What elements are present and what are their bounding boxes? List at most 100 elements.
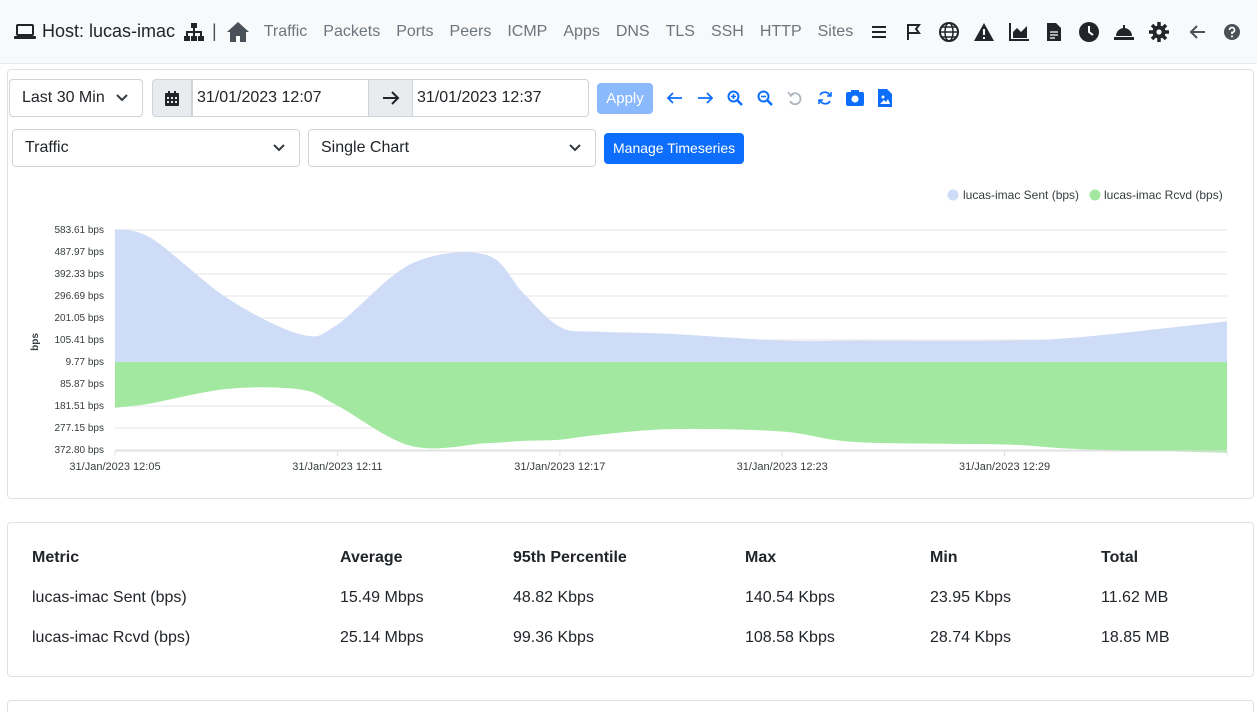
network-icon[interactable]: [184, 22, 205, 41]
y-tick-label: 392.33 bps: [55, 269, 105, 280]
time-range-value: Last 30 Min: [22, 89, 105, 106]
next-card: [7, 700, 1254, 712]
globe-icon[interactable]: [939, 21, 960, 42]
nav-link-traffic[interactable]: Traffic: [264, 23, 308, 41]
y-tick-label: 487.97 bps: [55, 247, 105, 258]
metrics-table: Metric Average 95th Percentile Max Min Total l…: [32, 549, 1232, 669]
x-tick-label: 31/Jan/2023 12:29: [959, 461, 1050, 473]
nav-link-ssh[interactable]: SSH: [711, 23, 744, 41]
start-date-input[interactable]: 31/01/2023 12:07: [192, 79, 369, 117]
y-tick-label: 372.80 bps: [55, 445, 105, 456]
image-download-icon[interactable]: [876, 89, 894, 107]
zoom-in-icon[interactable]: [726, 89, 744, 107]
nav-link-dns[interactable]: DNS: [616, 23, 650, 41]
area-chart-icon[interactable]: [1009, 22, 1030, 42]
metric-select-value: Traffic: [25, 139, 69, 156]
nav-link-tls[interactable]: TLS: [666, 23, 695, 41]
table-row: lucas-imac Rcvd (bps) 25.14 Mbps 99.36 Kbp…: [32, 629, 1232, 669]
y-tick-label: 277.15 bps: [55, 423, 105, 434]
toolbar-icons: [660, 89, 900, 107]
table-cell: 28.74 Kbps: [930, 629, 1011, 646]
series-line-sent: [114, 229, 1228, 344]
column-header: Metric: [32, 549, 80, 566]
legend-marker: [1089, 189, 1101, 201]
bell-icon[interactable]: [1114, 22, 1135, 42]
clock-icon[interactable]: [1079, 21, 1100, 42]
chevron-down-icon: [569, 144, 581, 152]
table-header: Metric Average 95th Percentile Max Min Total: [32, 549, 1232, 589]
table-cell: 23.95 Kbps: [930, 589, 1011, 606]
y-axis-label: bps: [30, 333, 41, 351]
time-toolbar: Last 30 Min 31/01/2023 12:07 31/01/2023 …: [9, 79, 900, 117]
table-cell: 99.36 Kbps: [513, 629, 594, 646]
end-date-input[interactable]: 31/01/2023 12:37: [412, 79, 589, 117]
nav-link-icmp[interactable]: ICMP: [507, 23, 547, 41]
list-icon[interactable]: [869, 22, 889, 42]
y-tick-label: 296.69 bps: [55, 291, 105, 302]
table-cell: 11.62 MB: [1101, 589, 1169, 606]
chart-controls: Traffic Single Chart Manage Timeseries: [12, 129, 745, 167]
table-cell: 140.54 Kbps: [745, 589, 835, 606]
y-tick-label: 201.05 bps: [55, 313, 105, 324]
column-header: Min: [930, 549, 958, 566]
y-tick-label: 583.61 bps: [55, 225, 105, 236]
y-tick-label: 85.87 bps: [60, 379, 104, 390]
apply-button[interactable]: Apply: [597, 82, 653, 114]
back-arrow-icon[interactable]: [1189, 23, 1207, 41]
table-cell: 25.14 Mbps: [340, 629, 424, 646]
metric-select[interactable]: Traffic: [12, 129, 300, 167]
column-header: Average: [340, 549, 403, 566]
table-cell: lucas-imac Rcvd (bps): [32, 629, 191, 646]
nav-link-peers[interactable]: Peers: [450, 23, 492, 41]
timeseries-card: Last 30 Min 31/01/2023 12:07 31/01/2023 …: [7, 69, 1254, 499]
metrics-card: Metric Average 95th Percentile Max Min Total l…: [7, 522, 1254, 677]
table-cell: 18.85 MB: [1101, 629, 1170, 646]
nav-right: [1173, 23, 1241, 41]
x-tick-label: 31/Jan/2023 12:11: [292, 461, 382, 473]
calendar-icon[interactable]: [152, 79, 192, 117]
y-tick-label: 181.51 bps: [55, 401, 105, 412]
home-icon[interactable]: [226, 21, 250, 43]
flag-icon[interactable]: [904, 22, 924, 42]
snapshot-icon[interactable]: [846, 89, 864, 107]
y-tick-label: 9.77 bps: [66, 357, 104, 368]
nav-link-sites[interactable]: Sites: [818, 23, 854, 41]
arrow-right-icon: [369, 79, 412, 117]
time-range-select[interactable]: Last 30 Min: [9, 79, 143, 117]
date-range-group: 31/01/2023 12:07 31/01/2023 12:37: [152, 79, 589, 117]
warning-icon[interactable]: [974, 22, 995, 42]
arrow-left-icon[interactable]: [666, 89, 684, 107]
refresh-icon[interactable]: [816, 89, 834, 107]
chart-mode-select[interactable]: Single Chart: [308, 129, 596, 167]
x-tick-label: 31/Jan/2023 12:17: [514, 461, 605, 473]
zoom-out-icon[interactable]: [756, 89, 774, 107]
nav-icons: [869, 21, 1184, 42]
table-cell: 15.49 Mbps: [340, 589, 424, 606]
nav-link-packets[interactable]: Packets: [323, 23, 380, 41]
gear-icon[interactable]: [1149, 21, 1170, 42]
host-separator: |: [212, 21, 217, 41]
host-title: Host: lucas-imac: [42, 21, 176, 41]
traffic-chart: 583.61 bps 487.97 bps 392.33 bps 296.69 bps…: [30, 188, 1228, 473]
nav-link-ports[interactable]: Ports: [396, 23, 433, 41]
nav-link-apps[interactable]: Apps: [563, 23, 599, 41]
column-header: Max: [745, 549, 777, 566]
nav-links: Traffic Packets Ports Peers ICMP Apps DNS TLS SS…: [264, 23, 869, 41]
laptop-icon: [14, 23, 36, 39]
document-icon[interactable]: [1044, 22, 1064, 42]
arrow-right-icon[interactable]: [696, 89, 714, 107]
chevron-down-icon: [116, 94, 128, 102]
help-icon[interactable]: [1223, 23, 1241, 41]
column-header: 95th Percentile: [513, 549, 627, 566]
x-tick-label: 31/Jan/2023 12:05: [69, 461, 160, 473]
y-tick-label: 105.41 bps: [55, 335, 105, 346]
column-header: Total: [1101, 549, 1139, 566]
legend-label: lucas-imac Sent (bps): [963, 188, 1079, 202]
manage-timeseries-button[interactable]: Manage Timeseries: [604, 132, 745, 164]
nav-link-http[interactable]: HTTP: [760, 23, 802, 41]
x-tick-label: 31/Jan/2023 12:23: [737, 461, 828, 473]
undo-icon[interactable]: [786, 89, 804, 107]
legend-marker: [947, 189, 959, 201]
chart-mode-value: Single Chart: [321, 139, 410, 156]
chevron-down-icon: [273, 144, 285, 152]
